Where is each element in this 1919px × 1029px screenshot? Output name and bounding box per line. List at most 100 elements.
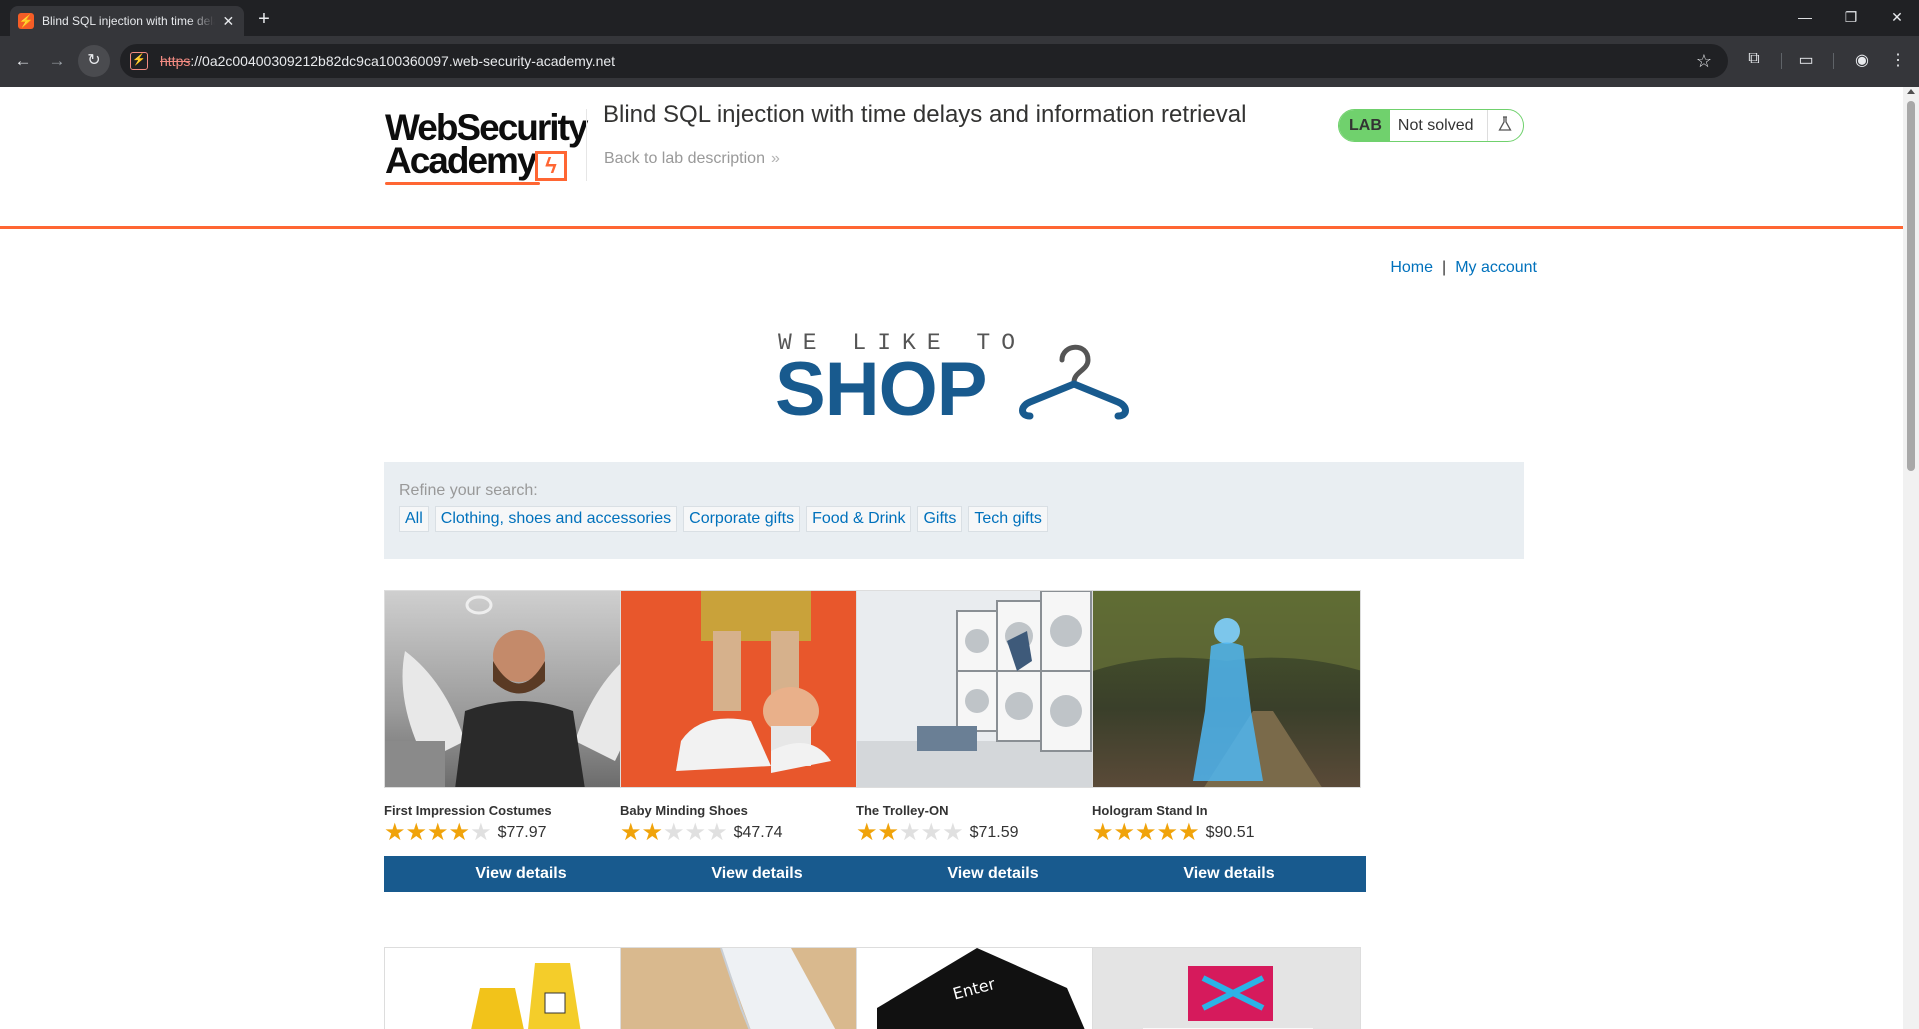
lab-title: Blind SQL injection with time delays and… xyxy=(603,101,1247,128)
filter-corporate-gifts[interactable]: Corporate gifts xyxy=(683,506,801,532)
back-to-lab-link[interactable]: Back to lab description » xyxy=(604,150,780,168)
new-tab-icon[interactable]: + xyxy=(254,9,274,29)
star-filled-icon: ★ xyxy=(1178,819,1200,846)
extensions-icon[interactable]: ⧉ xyxy=(1743,50,1765,68)
banner-shop-word: SHOP xyxy=(775,347,987,432)
page-scrollbar[interactable] xyxy=(1903,87,1919,1029)
my-account-link[interactable]: My account xyxy=(1455,259,1537,276)
product-price: $77.97 xyxy=(497,824,547,841)
scroll-up-arrow-icon[interactable] xyxy=(1907,89,1915,94)
filter-food-drink[interactable]: Food & Drink xyxy=(806,506,912,532)
filter-tech-gifts[interactable]: Tech gifts xyxy=(968,506,1048,532)
top-navigation: Home | My account xyxy=(1390,259,1537,277)
close-window-icon[interactable]: ✕ xyxy=(1887,9,1907,26)
url-host: ://0a2c00400309212b82dc9ca100360097.web-… xyxy=(190,53,616,69)
filter-gifts[interactable]: Gifts xyxy=(917,506,963,532)
view-details-button[interactable]: View details xyxy=(384,856,658,892)
star-rating: ★★★★★ xyxy=(1092,819,1200,846)
product-card: Baby Minding Shoes ★★★★★ $47.74 View det… xyxy=(620,590,894,892)
star-filled-icon: ★ xyxy=(877,819,900,846)
browser-tab[interactable]: ⚡ Blind SQL injection with time delays ✕ xyxy=(10,6,244,36)
product-image[interactable] xyxy=(856,590,1125,788)
product-image[interactable] xyxy=(384,590,653,788)
product-card: The Trolley-ON ★★★★★ $71.59 View details xyxy=(856,590,1130,892)
star-empty-icon: ★ xyxy=(470,819,492,846)
back-to-lab-label: Back to lab description xyxy=(604,150,765,167)
filter-clothing[interactable]: Clothing, shoes and accessories xyxy=(434,506,678,532)
view-details-button[interactable]: View details xyxy=(1092,856,1366,892)
star-filled-icon: ★ xyxy=(856,819,878,846)
category-filters: All Clothing, shoes and accessories Corp… xyxy=(399,506,1509,532)
product-card xyxy=(384,947,658,1029)
scroll-thumb[interactable] xyxy=(1907,101,1915,471)
home-link[interactable]: Home xyxy=(1390,259,1433,276)
product-image[interactable] xyxy=(1092,590,1361,788)
product-rating-row: ★★★★★ $47.74 xyxy=(620,819,894,846)
restore-icon[interactable]: ❐ xyxy=(1841,9,1861,26)
view-details-button[interactable]: View details xyxy=(856,856,1130,892)
product-image[interactable] xyxy=(620,590,889,788)
page-viewport: WebSecurity Academy ϟ Blind SQL injectio… xyxy=(0,87,1919,1029)
product-card: First Impression Costumes ★★★★★ $77.97 V… xyxy=(384,590,658,892)
url-scheme: https xyxy=(160,53,191,69)
product-rating-row: ★★★★★ $71.59 xyxy=(856,819,1130,846)
not-secure-site-icon[interactable]: ⚡ xyxy=(130,52,148,70)
profile-icon[interactable]: ◉ xyxy=(1851,50,1873,70)
product-price: $47.74 xyxy=(733,824,783,841)
lab-status-widget: LAB Not solved xyxy=(1338,109,1524,142)
star-empty-icon: ★ xyxy=(942,819,964,846)
star-empty-icon: ★ xyxy=(920,819,943,846)
academy-header: WebSecurity Academy ϟ Blind SQL injectio… xyxy=(0,87,1903,229)
product-name: The Trolley-ON xyxy=(856,803,949,818)
address-bar[interactable]: ⚡ https ://0a2c00400309212b82dc9ca100360… xyxy=(120,44,1728,78)
product-image[interactable] xyxy=(384,947,653,1029)
star-filled-icon: ★ xyxy=(1113,819,1136,846)
toolbar-divider xyxy=(1781,53,1782,69)
browser-toolbar: ← → ↻ ⚡ https ://0a2c00400309212b82dc9ca… xyxy=(0,36,1919,87)
product-card xyxy=(1092,947,1366,1029)
web-security-academy-logo[interactable]: WebSecurity Academy ϟ xyxy=(385,107,588,187)
refine-search-panel: Refine your search: All Clothing, shoes … xyxy=(384,462,1524,559)
refine-search-label: Refine your search: xyxy=(399,482,538,499)
star-filled-icon: ★ xyxy=(1135,819,1157,846)
product-name: Baby Minding Shoes xyxy=(620,803,748,818)
star-rating: ★★★★★ xyxy=(384,819,492,846)
product-image[interactable]: Enter xyxy=(856,947,1125,1029)
lightning-logo-icon: ϟ xyxy=(535,151,567,181)
filter-all[interactable]: All xyxy=(399,506,429,532)
star-filled-icon: ★ xyxy=(1156,819,1179,846)
star-filled-icon: ★ xyxy=(427,819,449,846)
product-price: $90.51 xyxy=(1205,824,1255,841)
back-arrow-icon[interactable]: ← xyxy=(12,50,34,72)
bookmark-star-icon[interactable]: ☆ xyxy=(1696,51,1712,72)
product-image[interactable] xyxy=(620,947,889,1029)
product-price: $71.59 xyxy=(969,824,1019,841)
product-rating-row: ★★★★★ $90.51 xyxy=(1092,819,1366,846)
forward-arrow-icon[interactable]: → xyxy=(46,50,68,72)
product-image[interactable] xyxy=(1092,947,1361,1029)
side-panel-icon[interactable]: ▭ xyxy=(1795,50,1817,70)
product-card: Enter xyxy=(856,947,1130,1029)
view-details-button[interactable]: View details xyxy=(620,856,894,892)
browser-tab-bar: ⚡ Blind SQL injection with time delays ✕… xyxy=(0,0,1919,36)
product-name: Hologram Stand In xyxy=(1092,803,1208,818)
coat-hanger-icon xyxy=(1019,344,1129,420)
star-filled-icon: ★ xyxy=(448,819,471,846)
product-rating-row: ★★★★★ $77.97 xyxy=(384,819,658,846)
header-divider xyxy=(586,109,587,181)
star-empty-icon: ★ xyxy=(899,819,921,846)
product-name: First Impression Costumes xyxy=(384,803,552,818)
minimize-icon[interactable]: — xyxy=(1795,9,1815,25)
lab-badge: LAB xyxy=(1339,110,1390,141)
lightning-favicon-icon: ⚡ xyxy=(18,13,34,29)
star-filled-icon: ★ xyxy=(1092,819,1114,846)
kebab-menu-icon[interactable]: ⋮ xyxy=(1887,50,1909,70)
star-filled-icon: ★ xyxy=(620,819,642,846)
star-filled-icon: ★ xyxy=(641,819,664,846)
close-tab-icon[interactable]: ✕ xyxy=(221,13,236,30)
star-filled-icon: ★ xyxy=(405,819,428,846)
nav-separator: | xyxy=(1442,259,1447,276)
reload-icon[interactable]: ↻ xyxy=(78,45,110,77)
lab-status-text: Not solved xyxy=(1390,110,1489,141)
logo-underline xyxy=(385,182,540,185)
